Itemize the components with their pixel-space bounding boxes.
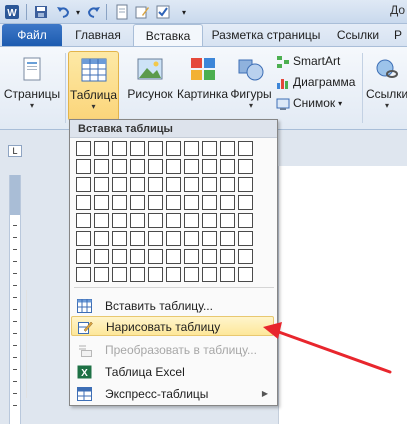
red-arrow-annotation xyxy=(263,322,392,374)
